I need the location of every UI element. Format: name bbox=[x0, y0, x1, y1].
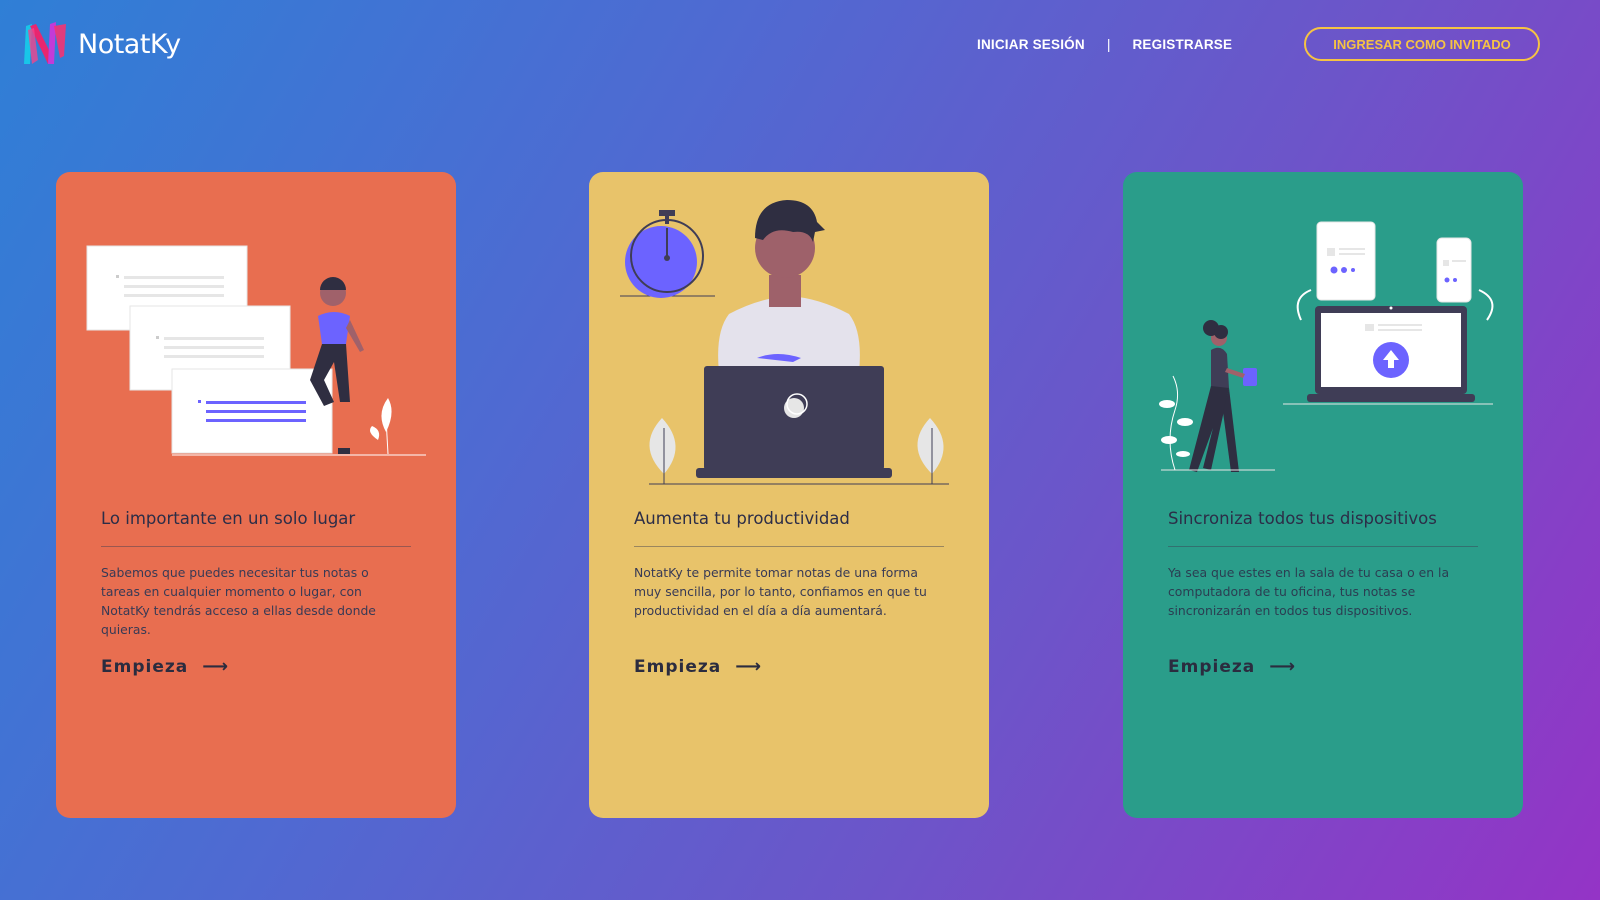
arrow-right-icon: ⟶ bbox=[1269, 656, 1297, 677]
top-navigation-bar: NotatKy INICIAR SESIÓN | REGISTRARSE ING… bbox=[0, 0, 1600, 90]
brand-logo[interactable]: NotatKy bbox=[20, 20, 181, 68]
start-button[interactable]: Empieza ⟶ bbox=[1168, 656, 1296, 677]
register-link[interactable]: REGISTRARSE bbox=[1132, 37, 1232, 52]
card-description: NotatKy te permite tomar notas de una fo… bbox=[634, 565, 927, 618]
card-description: Ya sea que estes en la sala de tu casa o… bbox=[1168, 565, 1450, 618]
card-divider bbox=[634, 546, 944, 547]
card-description: Sabemos que puedes necesitar tus notas o… bbox=[101, 565, 376, 637]
arrow-right-icon: ⟶ bbox=[735, 656, 763, 677]
brand-name: NotatKy bbox=[78, 28, 181, 60]
card-divider bbox=[1168, 546, 1478, 547]
feature-card-notes: Lo importante en un solo lugar Sabemos q… bbox=[56, 172, 456, 818]
start-button[interactable]: Empieza ⟶ bbox=[634, 656, 762, 677]
card-title: Aumenta tu productividad bbox=[634, 509, 850, 528]
notes-woman-illustration bbox=[86, 245, 426, 456]
start-button-label: Empieza bbox=[1168, 656, 1256, 677]
start-button[interactable]: Empieza ⟶ bbox=[101, 656, 229, 677]
start-button-label: Empieza bbox=[101, 656, 189, 677]
guest-login-button[interactable]: INGRESAR COMO INVITADO bbox=[1304, 27, 1540, 61]
productivity-man-illustration bbox=[620, 200, 949, 485]
start-button-label: Empieza bbox=[634, 656, 722, 677]
notatky-logo-icon bbox=[24, 22, 66, 64]
arrow-right-icon: ⟶ bbox=[202, 656, 230, 677]
feature-card-sync: Sincroniza todos tus dispositivos Ya sea… bbox=[1123, 172, 1523, 818]
auth-nav: INICIAR SESIÓN | REGISTRARSE bbox=[977, 36, 1232, 52]
card-divider bbox=[101, 546, 411, 547]
feature-card-productivity: Aumenta tu productividad NotatKy te perm… bbox=[589, 172, 989, 818]
sync-devices-illustration bbox=[1159, 221, 1494, 472]
nav-separator: | bbox=[1106, 36, 1111, 52]
card-title: Lo importante en un solo lugar bbox=[101, 509, 356, 528]
card-title: Sincroniza todos tus dispositivos bbox=[1168, 509, 1437, 528]
login-link[interactable]: INICIAR SESIÓN bbox=[977, 37, 1085, 52]
